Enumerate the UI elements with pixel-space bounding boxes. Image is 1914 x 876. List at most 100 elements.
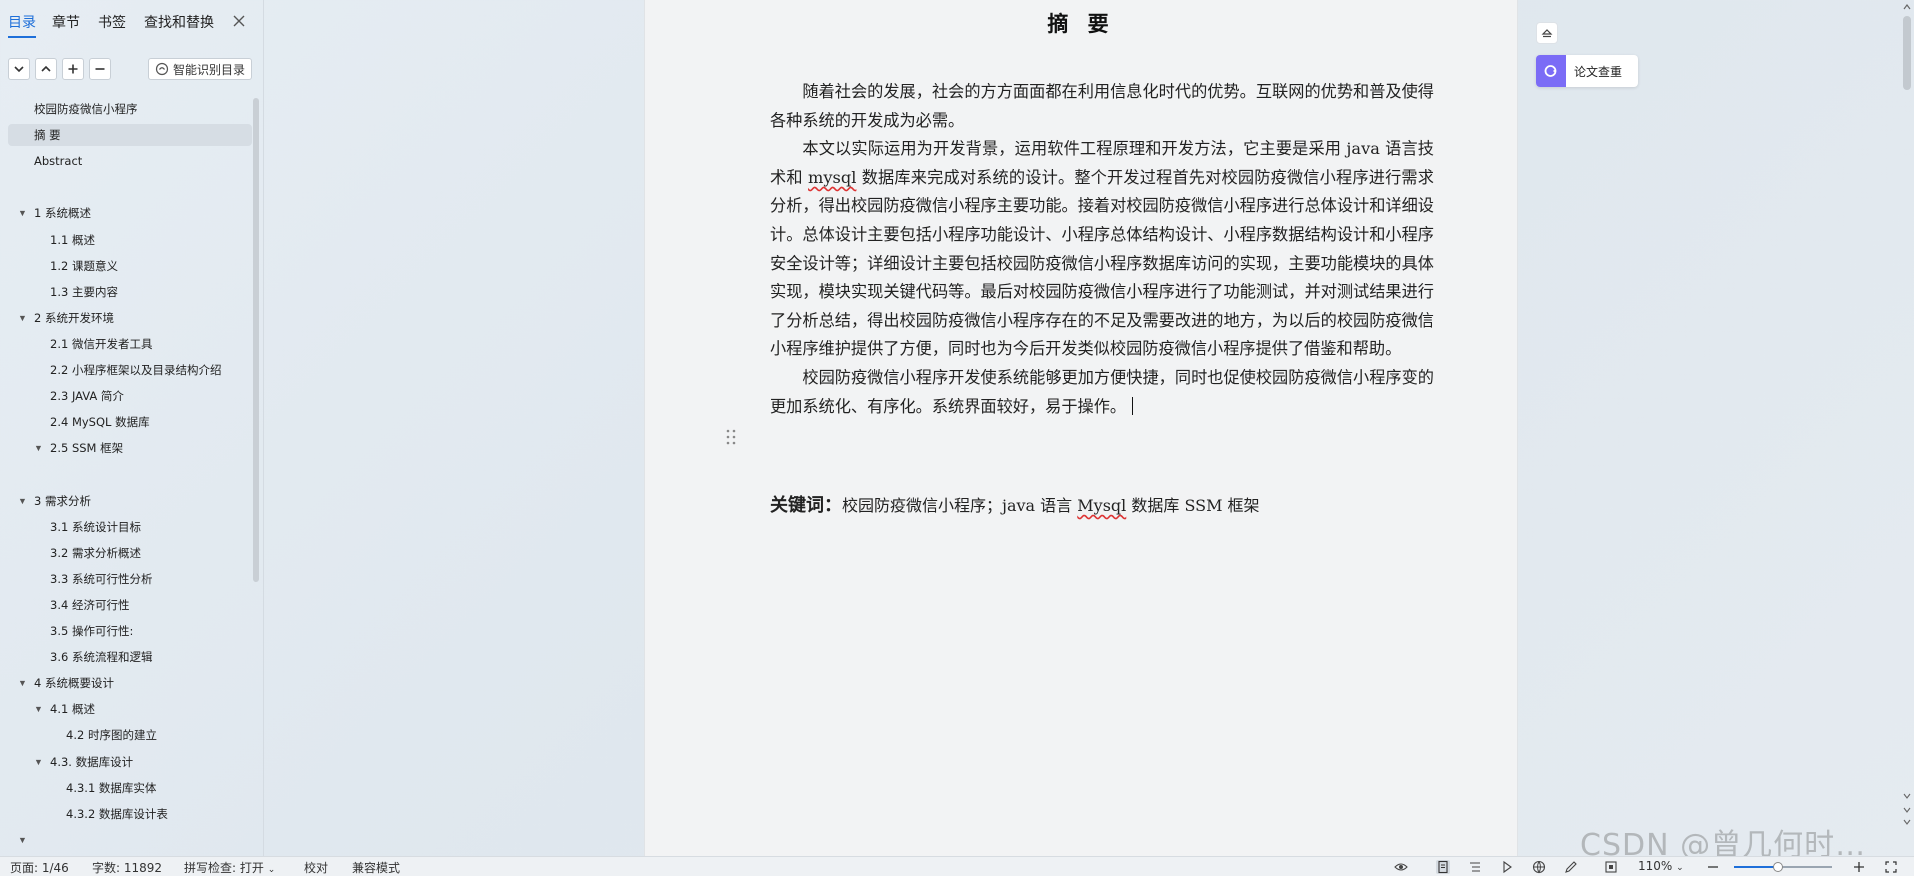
keywords-text: 校园防疫微信小程序；java 语言 Mysql 数据库 SSM 框架 bbox=[842, 496, 1260, 515]
spell-error-mark[interactable]: Mysql bbox=[1077, 496, 1126, 515]
spell-check-label: 拼写检查: 打开 bbox=[184, 861, 264, 875]
eye-icon[interactable] bbox=[1394, 860, 1408, 874]
compat-mode-label: 兼容模式 bbox=[352, 861, 401, 875]
paragraph[interactable]: 随着社会的发展，社会的方方面面都在利用信息化时代的优势。互联网的优势和普及使得各… bbox=[770, 78, 1434, 135]
expand-toggle-icon[interactable]: ▼ bbox=[18, 202, 28, 224]
plagiarism-icon bbox=[1536, 55, 1566, 87]
toc-item[interactable]: 4.1 概述 bbox=[50, 698, 95, 720]
chevron-down-icon: ⌄ bbox=[1676, 863, 1684, 873]
smart-toc-button[interactable]: 智能识别目录 bbox=[148, 58, 252, 80]
paragraph-text: 校园防疫微信小程序开发使系统能够更加方便快捷，同时也促使校园防疫微信小程序变的更… bbox=[770, 367, 1434, 416]
expand-toggle-icon[interactable]: ▼ bbox=[34, 751, 44, 773]
toc-item[interactable]: 3.5 操作可行性: bbox=[50, 620, 133, 642]
expand-toggle-icon[interactable]: ▼ bbox=[18, 307, 28, 329]
toc-item[interactable]: 2 系统开发环境 bbox=[34, 307, 114, 329]
expand-toggle-icon[interactable]: ▼ bbox=[34, 698, 44, 720]
smart-recognize-icon bbox=[155, 62, 169, 76]
smart-toc-label: 智能识别目录 bbox=[172, 62, 245, 77]
toc-item[interactable]: 3.3 系统可行性分析 bbox=[50, 568, 152, 590]
toc-item[interactable]: 3.2 需求分析概述 bbox=[50, 542, 141, 564]
word-count[interactable]: 字数: 11892 bbox=[92, 859, 162, 876]
toc-item[interactable]: 摘 要 bbox=[8, 124, 252, 146]
tab-find-replace[interactable]: 查找和替换 bbox=[144, 12, 214, 32]
zoom-out-icon[interactable] bbox=[1706, 860, 1720, 874]
close-icon[interactable] bbox=[232, 14, 246, 28]
nav-scrollbar[interactable] bbox=[253, 98, 259, 582]
outline-view-icon[interactable] bbox=[1468, 860, 1482, 874]
minus-icon bbox=[95, 68, 105, 70]
play-icon[interactable] bbox=[1500, 860, 1514, 874]
chevron-down-icon bbox=[14, 66, 24, 73]
spell-error-mark[interactable]: mysql bbox=[808, 168, 856, 187]
expand-toggle-icon[interactable]: ▼ bbox=[18, 490, 28, 512]
demote-level-button[interactable] bbox=[89, 58, 111, 80]
page-nav-icon[interactable] bbox=[1900, 790, 1914, 830]
plagiarism-check-button[interactable]: 论文查重 bbox=[1536, 55, 1638, 87]
toc-item[interactable]: 4.3.2 数据库设计表 bbox=[66, 803, 168, 825]
zoom-value: 110% bbox=[1638, 859, 1673, 873]
zoom-level[interactable]: 110% ⌄ bbox=[1638, 859, 1684, 873]
vertical-scrollbar[interactable] bbox=[1900, 0, 1914, 856]
eject-icon bbox=[1541, 29, 1553, 38]
plus-icon bbox=[68, 64, 78, 74]
zoom-slider[interactable] bbox=[1734, 862, 1832, 872]
expand-all-button[interactable] bbox=[8, 58, 30, 80]
toc-item[interactable]: 3.4 经济可行性 bbox=[50, 594, 129, 616]
toc-item[interactable]: Abstract bbox=[34, 150, 82, 172]
toc-item[interactable]: 2.1 微信开发者工具 bbox=[50, 333, 152, 355]
toc-item[interactable]: 3.6 系统流程和逻辑 bbox=[50, 646, 152, 668]
toc-item[interactable]: 1.2 课题意义 bbox=[50, 255, 118, 277]
zoom-slider-fill bbox=[1734, 866, 1778, 868]
keywords-label: 关键词： bbox=[770, 495, 842, 516]
toc-item[interactable]: 2.4 MySQL 数据库 bbox=[50, 411, 150, 433]
plagiarism-label: 论文查重 bbox=[1574, 64, 1623, 79]
keywords-line[interactable]: 关键词：校园防疫微信小程序；java 语言 Mysql 数据库 SSM 框架 bbox=[770, 491, 1434, 517]
globe-icon[interactable] bbox=[1532, 860, 1546, 874]
tab-chapters[interactable]: 章节 bbox=[52, 12, 80, 32]
expand-toggle-icon[interactable]: ▼ bbox=[18, 672, 28, 694]
scroll-up-icon[interactable] bbox=[1900, 2, 1914, 12]
proofread-button[interactable]: 校对 bbox=[304, 859, 328, 876]
toc-item[interactable]: 2.5 SSM 框架 bbox=[50, 437, 123, 459]
panel-collapse-button[interactable] bbox=[1536, 22, 1558, 44]
zoom-slider-knob[interactable] bbox=[1773, 862, 1783, 872]
paragraph[interactable]: 本文以实际运用为开发背景，运用软件工程原理和开发方法，它主要是采用 java 语… bbox=[770, 135, 1434, 364]
paragraph[interactable]: 校园防疫微信小程序开发使系统能够更加方便快捷，同时也促使校园防疫微信小程序变的更… bbox=[770, 364, 1434, 421]
fit-page-icon[interactable] bbox=[1604, 860, 1618, 874]
page-view-icon[interactable] bbox=[1436, 860, 1450, 874]
toc-item[interactable]: 3.1 系统设计目标 bbox=[50, 516, 141, 538]
collapse-all-button[interactable] bbox=[35, 58, 57, 80]
tab-bookmarks[interactable]: 书签 bbox=[98, 12, 126, 32]
page-indicator[interactable]: 页面: 1/46 bbox=[10, 859, 69, 876]
status-bar: 页面: 1/46 字数: 11892 拼写检查: 打开 ⌄ 校对 兼容模式 11… bbox=[0, 856, 1914, 876]
page-title: 摘 要 bbox=[1047, 11, 1115, 36]
toc-item[interactable]: 4.3. 数据库设计 bbox=[50, 751, 133, 773]
scrollbar-thumb[interactable] bbox=[1903, 16, 1911, 90]
toc-toolbar: 智能识别目录 bbox=[0, 58, 264, 82]
toc-item[interactable]: 2.3 JAVA 简介 bbox=[50, 385, 124, 407]
toc-item[interactable]: 1.1 概述 bbox=[50, 229, 95, 251]
tab-toc[interactable]: 目录 bbox=[8, 12, 36, 38]
spell-check-toggle[interactable]: 拼写检查: 打开 ⌄ bbox=[184, 859, 275, 876]
expand-toggle-icon[interactable]: ▼ bbox=[18, 829, 28, 851]
toc-item[interactable]: 3 需求分析 bbox=[34, 490, 91, 512]
toc-item[interactable]: 4.3.1 数据库实体 bbox=[66, 777, 156, 799]
toc-item[interactable]: 1.3 主要内容 bbox=[50, 281, 118, 303]
abstract-body[interactable]: 随着社会的发展，社会的方方面面都在利用信息化时代的优势。互联网的优势和普及使得各… bbox=[770, 78, 1434, 421]
drag-handle-icon[interactable] bbox=[725, 428, 737, 446]
expand-toggle-icon[interactable]: ▼ bbox=[34, 437, 44, 459]
toc-item[interactable]: 4 系统概要设计 bbox=[34, 672, 114, 694]
toc-item[interactable]: 1 系统概述 bbox=[34, 202, 91, 224]
toc-item[interactable]: 4.2 时序图的建立 bbox=[66, 724, 157, 746]
fullscreen-icon[interactable] bbox=[1884, 860, 1898, 874]
text-cursor bbox=[1132, 396, 1134, 415]
zoom-in-icon[interactable] bbox=[1852, 860, 1866, 874]
chevron-down-icon: ⌄ bbox=[267, 865, 276, 875]
pen-icon[interactable] bbox=[1564, 860, 1578, 874]
promote-level-button[interactable] bbox=[62, 58, 84, 80]
nav-tabs: 目录 章节 书签 查找和替换 bbox=[0, 12, 264, 38]
document-page[interactable]: 摘 要 随着社会的发展，社会的方方面面都在利用信息化时代的优势。互联网的优势和普… bbox=[644, 0, 1518, 856]
toc-item[interactable]: 校园防疫微信小程序 bbox=[34, 98, 138, 120]
chevron-up-icon bbox=[41, 65, 51, 72]
toc-item[interactable]: 2.2 小程序框架以及目录结构介绍 bbox=[50, 359, 221, 381]
